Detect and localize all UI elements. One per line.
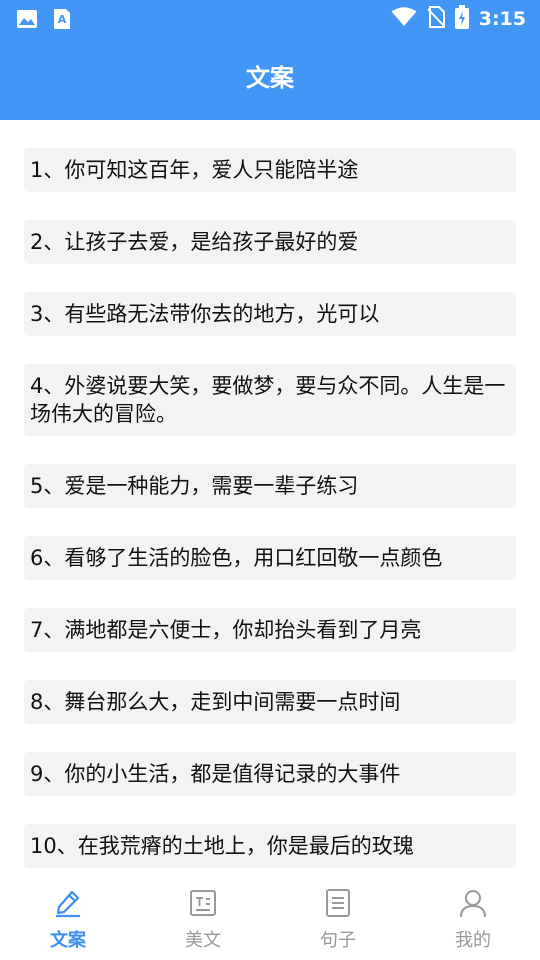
svg-text:A: A [58, 13, 67, 26]
status-time: 3:15 [478, 8, 526, 30]
list-item[interactable]: 7、满地都是六便士，你却抬头看到了月亮 [24, 608, 516, 652]
battery-icon [454, 5, 469, 33]
article-icon [153, 886, 253, 920]
list-item[interactable]: 6、看够了生活的脸色，用口红回敬一点颜色 [24, 536, 516, 580]
quote-list[interactable]: 1、你可知这百年，爱人只能陪半途 2、让孩子去爱，是给孩子最好的爱 3、有些路无… [0, 120, 540, 872]
list-item[interactable]: 2、让孩子去爱，是给孩子最好的爱 [24, 220, 516, 264]
gallery-icon [16, 9, 38, 33]
tab-label: 文案 [50, 930, 86, 951]
status-bar: A 3:15 [0, 0, 540, 38]
bottom-nav: 文案 美文 句子 我的 [0, 872, 540, 960]
user-icon [423, 886, 523, 920]
tab-label: 美文 [185, 930, 221, 951]
list-item[interactable]: 4、外婆说要大笑，要做梦，要与众不同。人生是一场伟大的冒险。 [24, 364, 516, 436]
list-item[interactable]: 3、有些路无法带你去的地方，光可以 [24, 292, 516, 336]
list-item[interactable]: 5、爱是一种能力，需要一辈子练习 [24, 464, 516, 508]
font-app-icon: A [52, 8, 72, 34]
page-title: 文案 [246, 64, 294, 92]
no-sim-icon [427, 6, 445, 32]
document-icon [288, 886, 388, 920]
title-bar: 文案 [0, 56, 540, 100]
list-item[interactable]: 1、你可知这百年，爱人只能陪半途 [24, 148, 516, 192]
list-item[interactable]: 8、舞台那么大，走到中间需要一点时间 [24, 680, 516, 724]
wifi-icon [391, 7, 417, 31]
app-header: A 3:15 文案 [0, 0, 540, 120]
pen-icon [18, 886, 118, 920]
tab-juzi[interactable]: 句子 [288, 886, 388, 952]
list-item[interactable]: 10、在我荒瘠的土地上，你是最后的玫瑰 [24, 824, 516, 868]
tab-wode[interactable]: 我的 [423, 886, 523, 952]
tab-label: 我的 [455, 930, 491, 951]
tab-meiwen[interactable]: 美文 [153, 886, 253, 952]
list-item[interactable]: 9、你的小生活，都是值得记录的大事件 [24, 752, 516, 796]
tab-label: 句子 [320, 930, 356, 951]
tab-wenan[interactable]: 文案 [18, 886, 118, 952]
